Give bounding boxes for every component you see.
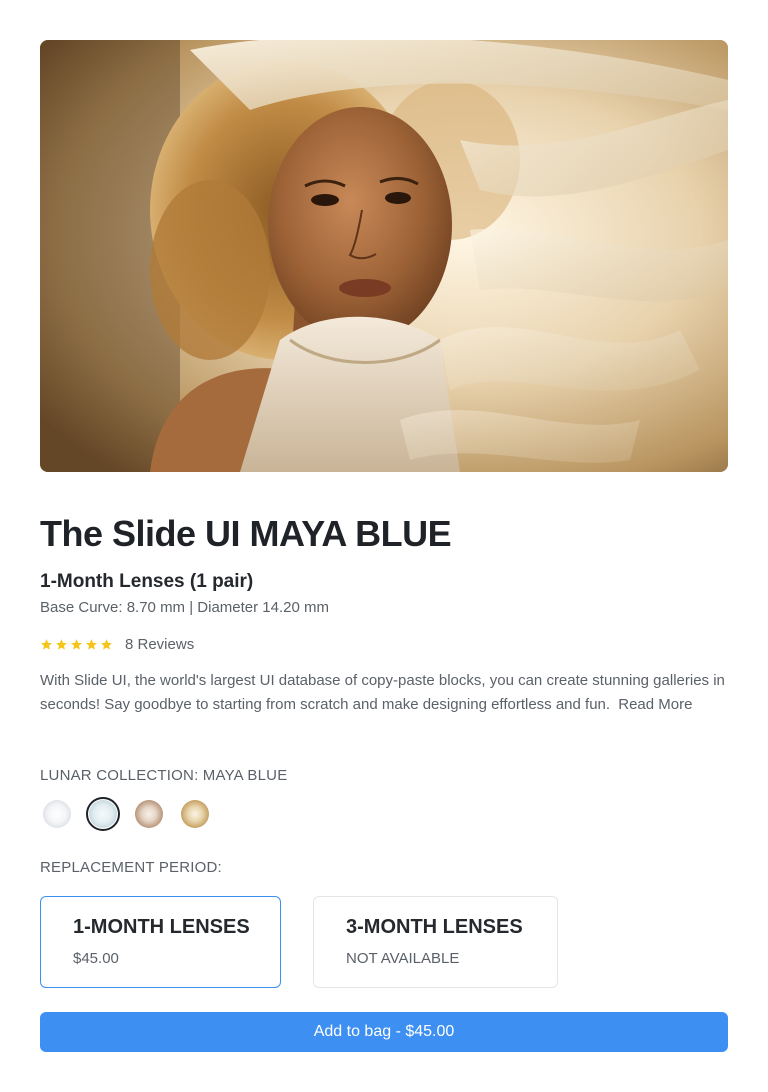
star-icon [70, 638, 83, 651]
swatch-hazel[interactable] [132, 797, 166, 831]
lens-clear-icon [43, 800, 71, 828]
reviews-link[interactable]: 8 Reviews [125, 636, 194, 653]
color-section-label: LUNAR COLLECTION: MAYA BLUE [40, 767, 288, 784]
swatch-honey[interactable] [178, 797, 212, 831]
period-section-label: REPLACEMENT PERIOD: [40, 859, 222, 876]
option-title: 3-MONTH LENSES [346, 916, 523, 938]
star-icon [55, 638, 68, 651]
star-rating [40, 638, 115, 651]
swatch-clear[interactable] [40, 797, 74, 831]
read-more-link[interactable]: Read More [618, 696, 692, 713]
lens-honey-icon [181, 800, 209, 828]
product-title: The Slide UI MAYA BLUE [40, 513, 452, 554]
lens-maya-blue-icon [89, 800, 117, 828]
option-price: $45.00 [73, 950, 119, 967]
star-icon [100, 638, 113, 651]
lens-hazel-icon [135, 800, 163, 828]
period-options: 1-MONTH LENSES $45.00 3-MONTH LENSES NOT… [40, 896, 590, 988]
product-specs: Base Curve: 8.70 mm | Diameter 14.20 mm [40, 599, 329, 616]
option-3-month[interactable]: 3-MONTH LENSES NOT AVAILABLE [313, 896, 558, 988]
option-availability: NOT AVAILABLE [346, 950, 460, 967]
color-swatches [40, 796, 224, 832]
swatch-maya-blue[interactable] [86, 797, 120, 831]
rating-row[interactable]: 8 Reviews [40, 633, 194, 655]
option-1-month[interactable]: 1-MONTH LENSES $45.00 [40, 896, 281, 988]
star-icon [85, 638, 98, 651]
hero-image [40, 40, 728, 472]
product-subtitle: 1-Month Lenses (1 pair) [40, 571, 254, 592]
star-icon [40, 638, 53, 651]
add-to-bag-button[interactable]: Add to bag - $45.00 [40, 1012, 728, 1052]
product-description: With Slide UI, the world's largest UI da… [40, 669, 728, 717]
option-title: 1-MONTH LENSES [73, 916, 250, 938]
